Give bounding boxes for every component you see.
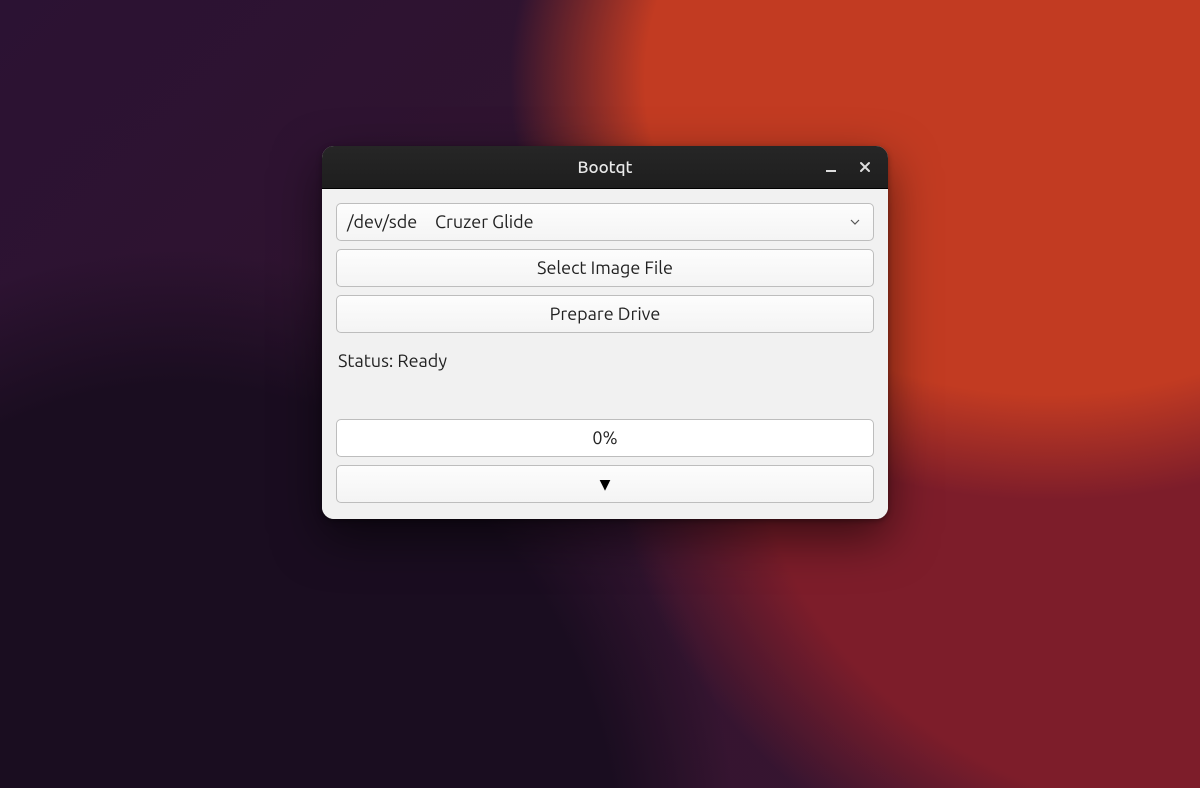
window-title: Bootqt [578,158,633,177]
prepare-drive-button[interactable]: Prepare Drive [336,295,874,333]
triangle-down-icon: ▼ [600,476,611,493]
progress-bar: 0% [336,419,874,457]
bootqt-window: Bootqt /dev/sde Cruzer Glide Select Imag… [322,146,888,519]
status-text: Status: Ready [336,341,874,411]
drive-device-path: /dev/sde [347,212,435,232]
window-controls [816,146,880,188]
select-image-button[interactable]: Select Image File [336,249,874,287]
expand-details-button[interactable]: ▼ [336,465,874,503]
select-image-label: Select Image File [537,258,673,278]
drive-label: Cruzer Glide [435,212,534,232]
progress-percent: 0% [592,428,617,448]
close-button[interactable] [850,152,880,182]
chevron-down-icon [849,212,861,232]
desktop-wallpaper: Bootqt /dev/sde Cruzer Glide Select Imag… [0,0,1200,788]
drive-selector[interactable]: /dev/sde Cruzer Glide [336,203,874,241]
minimize-button[interactable] [816,152,846,182]
titlebar[interactable]: Bootqt [322,146,888,189]
prepare-drive-label: Prepare Drive [550,304,661,324]
window-content: /dev/sde Cruzer Glide Select Image File … [322,189,888,519]
close-icon [858,160,872,174]
minimize-icon [824,160,838,174]
